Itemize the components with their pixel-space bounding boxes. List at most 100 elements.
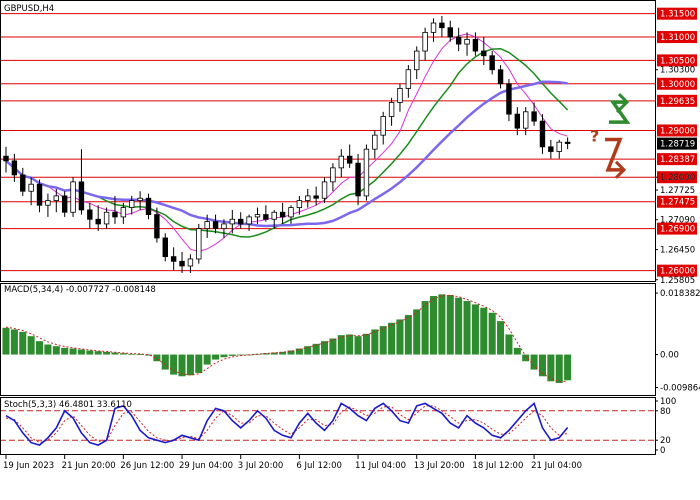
price-tick-label: 1.28000	[660, 173, 695, 183]
macd-bar	[354, 336, 362, 355]
time-tick-label: 13 Jul 20:00	[414, 461, 465, 471]
symbol-label: GBPUSD,H4	[4, 4, 54, 14]
macd-bar	[170, 354, 178, 375]
macd-bar	[446, 295, 454, 355]
level-label: 1.30000	[660, 80, 695, 90]
level-label: 1.31500	[660, 10, 695, 20]
candle-body	[212, 221, 219, 230]
time-tick-label: 18 Jul 12:00	[472, 461, 523, 471]
macd-bar	[61, 347, 69, 355]
macd-bar	[103, 351, 111, 355]
price-panel: 1.315001.310001.305001.300001.296351.290…	[0, 7, 697, 286]
candle-body	[355, 162, 361, 197]
candle-body	[388, 102, 395, 117]
macd-bar	[329, 338, 337, 355]
time-tick-label: 26 Jun 12:00	[120, 461, 174, 471]
macd-bar	[505, 334, 513, 355]
candle-body	[556, 141, 562, 152]
candle-body	[45, 200, 51, 206]
candle-body	[296, 200, 303, 208]
macd-bar	[203, 354, 211, 365]
macd-bar	[2, 327, 10, 355]
candle-body	[11, 160, 18, 176]
macd-bar	[379, 326, 387, 355]
candle-body	[447, 27, 453, 38]
candle-body	[187, 258, 194, 267]
candle-body	[87, 209, 93, 220]
macd-bar	[480, 307, 488, 355]
macd-bar	[488, 312, 496, 355]
candle-body	[229, 218, 236, 225]
macd-bar	[212, 354, 220, 360]
macd-bar	[497, 321, 505, 355]
candle-body	[363, 148, 370, 197]
macd-bar	[471, 304, 479, 355]
candle-body	[330, 167, 336, 183]
candle-body	[103, 211, 110, 225]
macd-label: MACD(5,34,4) -0.007727 -0.008148	[4, 285, 156, 295]
candle-body	[120, 207, 127, 218]
candle-body	[346, 155, 353, 164]
level-label: 1.29000	[660, 126, 695, 136]
price-tick-label: 1.27725	[660, 186, 695, 196]
candle-body	[221, 223, 227, 230]
candle-body	[564, 141, 571, 144]
candle-body	[372, 134, 378, 150]
time-tick-label: 19 Jun 2023	[3, 461, 54, 471]
macd-bar	[555, 354, 563, 383]
macd-bar	[36, 341, 44, 355]
candle-body	[170, 256, 177, 262]
candle-body	[238, 218, 244, 225]
macd-bar	[404, 315, 412, 355]
candle-body	[338, 155, 344, 169]
candle-body	[36, 183, 43, 206]
candle-body	[137, 197, 143, 201]
macd-bar	[413, 309, 421, 355]
candle-body	[481, 50, 487, 57]
macd-bar	[346, 334, 354, 355]
macd-bar	[295, 348, 303, 355]
price-tick-label: 1.30300	[660, 66, 695, 76]
level-label: 1.26900	[660, 225, 695, 235]
price-tick-label: 1.26450	[660, 246, 695, 256]
candle-body	[497, 69, 504, 85]
candle-body	[145, 197, 152, 215]
candle-body	[61, 195, 68, 213]
macd-bar	[178, 354, 186, 377]
level-label: 1.28387	[660, 155, 695, 165]
price-tick-label: 1.27090	[660, 216, 695, 226]
candle-body	[246, 216, 252, 225]
level-label: 1.27475	[660, 198, 695, 208]
macd-bar	[530, 354, 538, 370]
level-label: 1.31000	[660, 33, 695, 43]
candle-body	[414, 50, 420, 71]
macd-bar	[10, 329, 18, 355]
macd-bar	[396, 319, 404, 355]
macd-bar	[195, 354, 203, 373]
candle-body	[313, 195, 319, 199]
candle-body	[112, 211, 118, 218]
stoch-label: Stoch(5,3,3) 46.4801 33.6110	[4, 400, 132, 410]
stoch-tick-label: 0	[660, 446, 665, 456]
macd-bar	[455, 297, 463, 355]
candle-body	[162, 237, 168, 258]
macd-bar	[186, 354, 194, 376]
candle-body	[196, 228, 202, 260]
candle-body	[70, 181, 76, 213]
candle-body	[397, 88, 403, 103]
macd-bar	[52, 346, 60, 355]
macd-bar	[94, 351, 102, 355]
candle-body	[53, 195, 59, 201]
stoch-tick-label: 80	[660, 407, 671, 417]
candle-body	[405, 69, 412, 89]
macd-bar	[44, 344, 52, 355]
macd-bar	[220, 354, 228, 358]
candle-body	[95, 218, 101, 225]
macd-bar	[228, 354, 236, 356]
macd-bar	[421, 301, 429, 355]
forex-chart: 1.315001.310001.305001.300001.296351.290…	[0, 0, 700, 471]
candle-body	[539, 120, 546, 148]
forecast-question-mark: ?	[590, 126, 599, 145]
candle-body	[271, 211, 277, 220]
candle-body	[179, 260, 185, 267]
